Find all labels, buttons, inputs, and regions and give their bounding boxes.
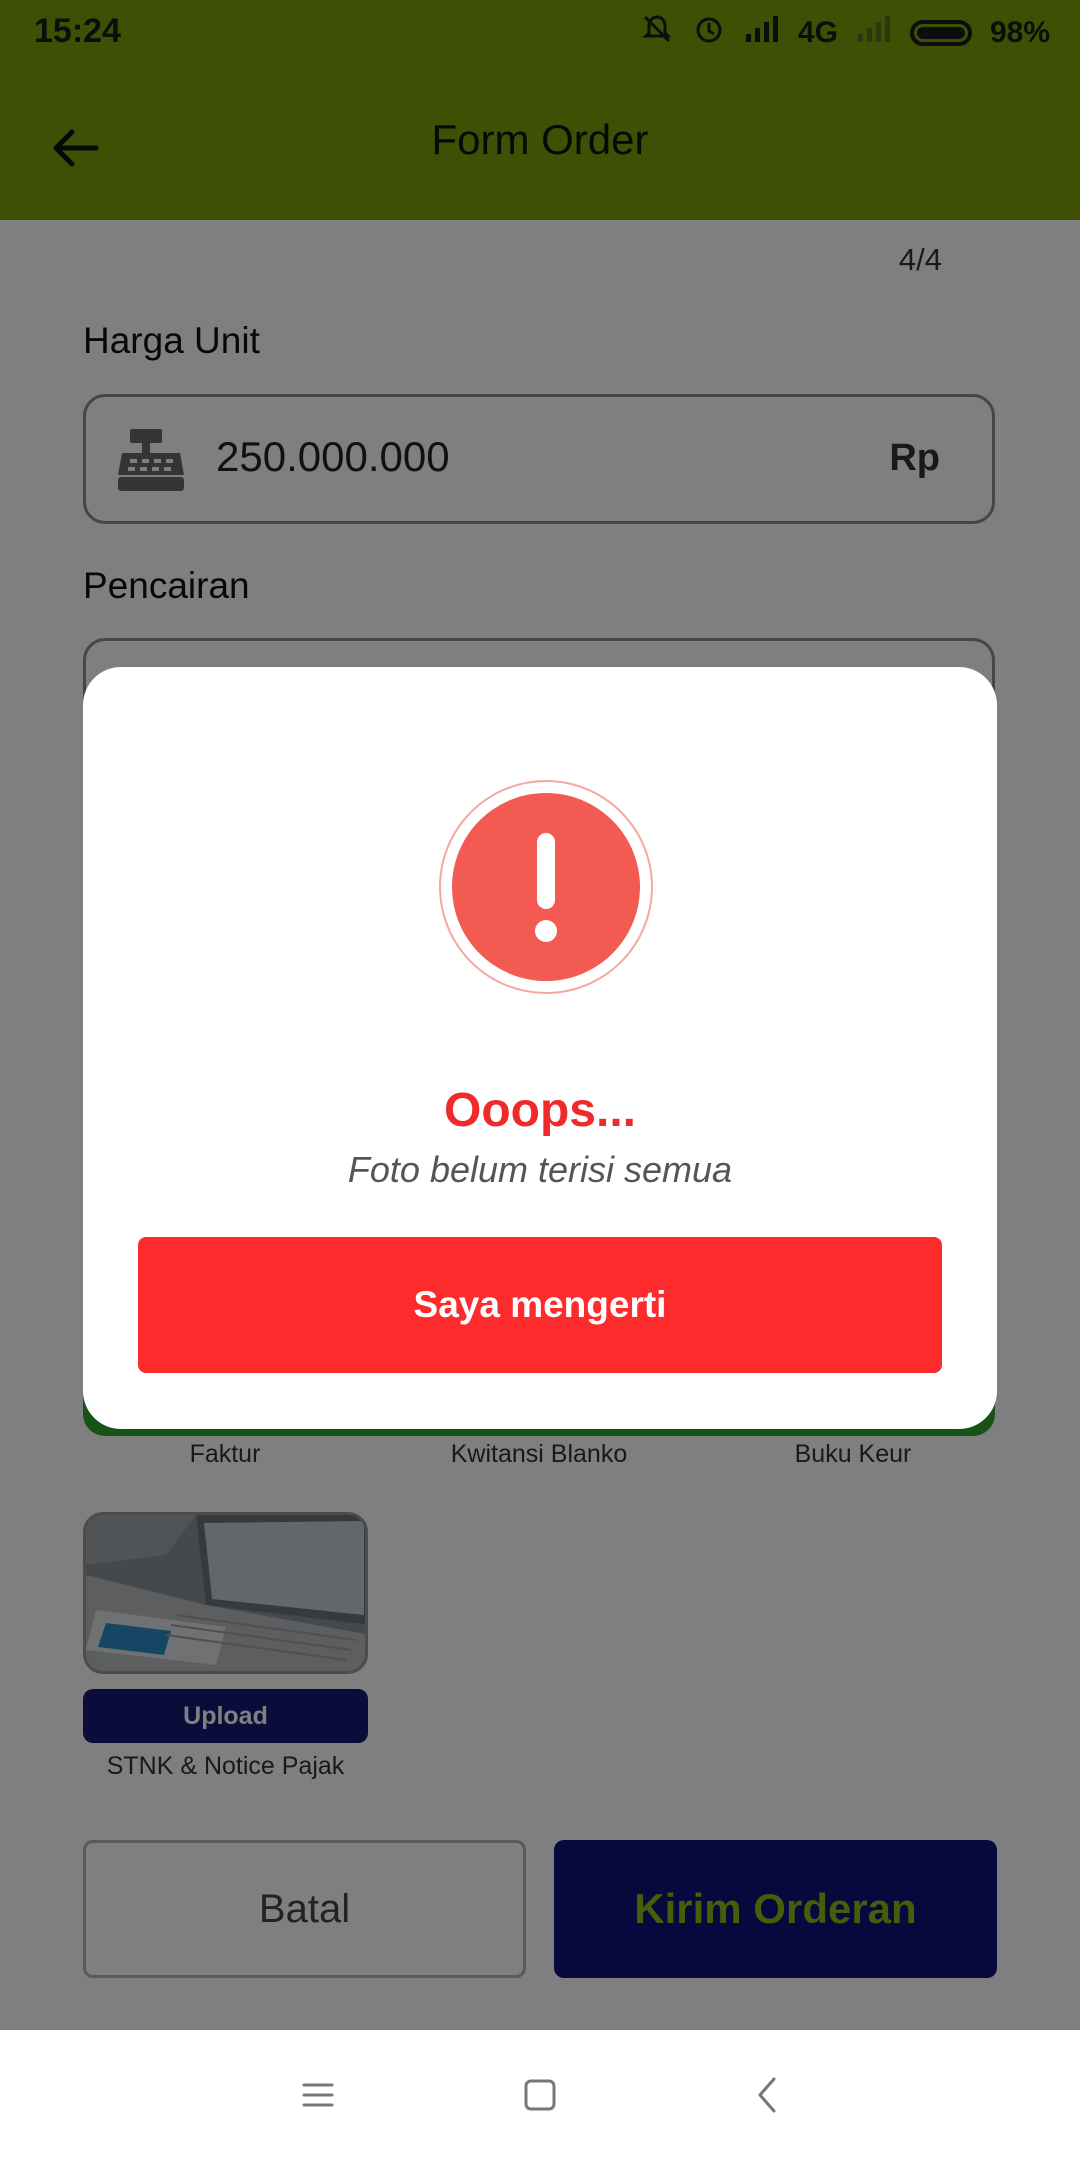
menu-icon[interactable] [298,2075,338,2115]
alert-dialog: Ooops... Foto belum terisi semua Saya me… [83,667,997,1429]
home-icon[interactable] [520,2075,560,2115]
exclamation-icon [452,793,640,981]
dialog-message: Foto belum terisi semua [347,1149,733,1190]
dialog-title: Ooops... [444,1084,636,1137]
system-nav-bar [0,2030,1080,2160]
dialog-confirm-button[interactable]: Saya mengerti [138,1237,942,1373]
back-nav-icon[interactable] [748,2075,788,2115]
